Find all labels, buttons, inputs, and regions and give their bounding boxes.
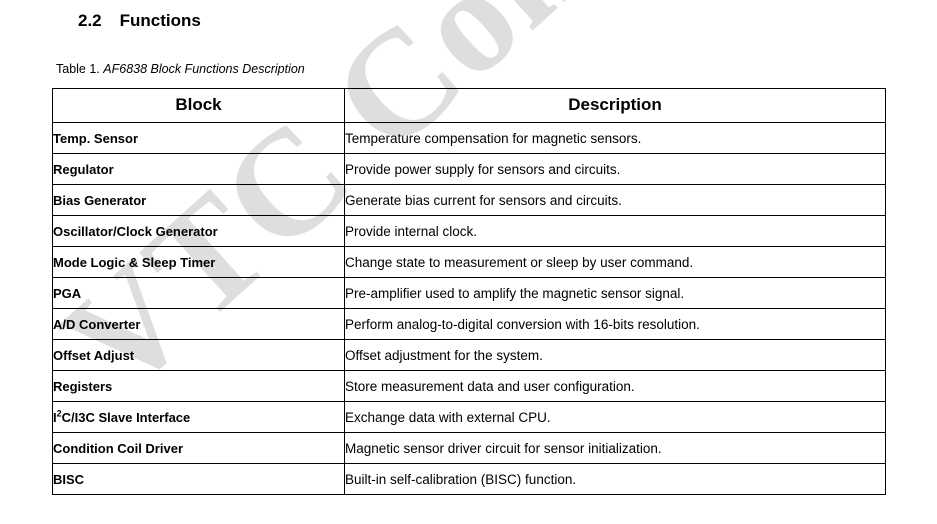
cell-block-name: A/D Converter [52, 308, 345, 340]
cell-description: Built-in self-calibration (BISC) functio… [344, 463, 886, 495]
cell-block-name: PGA [52, 277, 345, 309]
cell-block-name: Offset Adjust [52, 339, 345, 371]
table-row: A/D Converter Perform analog-to-digital c… [52, 308, 886, 340]
column-header-block: Block [52, 88, 345, 123]
cell-block-name: I2C/I3C Slave Interface [52, 401, 345, 433]
cell-description: Pre-amplifier used to amplify the magnet… [344, 277, 886, 309]
section-heading: 2.2 Functions [78, 11, 201, 31]
cell-block-name: BISC [52, 463, 345, 495]
cell-description: Magnetic sensor driver circuit for senso… [344, 432, 886, 464]
table-row: Regulator Provide power supply for sensor… [52, 153, 886, 185]
table-header-row: Block Description [52, 88, 886, 123]
cell-description: Exchange data with external CPU. [344, 401, 886, 433]
caption-label: Table 1. [56, 62, 100, 76]
table-row: Mode Logic & Sleep Timer Change state to … [52, 246, 886, 278]
document-page: 2.2 Functions Table 1. AF6838 Block Funct… [0, 0, 937, 524]
cell-block-name: Regulator [52, 153, 345, 185]
cell-block-name: Bias Generator [52, 184, 345, 216]
table-row: Condition Coil Driver Magnetic sensor dri… [52, 432, 886, 464]
cell-description: Change state to measurement or sleep by … [344, 246, 886, 278]
caption-title: AF6838 Block Functions Description [103, 62, 305, 76]
table-caption: Table 1. AF6838 Block Functions Descript… [56, 62, 305, 76]
cell-block-name: Registers [52, 370, 345, 402]
section-number: 2.2 [78, 11, 102, 30]
table-body: Temp. Sensor Temperature compensation for… [52, 122, 886, 495]
table-row: Temp. Sensor Temperature compensation for… [52, 122, 886, 154]
cell-block-name: Condition Coil Driver [52, 432, 345, 464]
cell-description: Provide power supply for sensors and cir… [344, 153, 886, 185]
table-row: Registers Store measurement data and user… [52, 370, 886, 402]
section-title: Functions [119, 11, 201, 30]
block-functions-table: Block Description Temp. Sensor Temperatur… [52, 88, 886, 495]
table-row: Offset Adjust Offset adjustment for the s… [52, 339, 886, 371]
column-header-description: Description [344, 88, 886, 123]
cell-description: Temperature compensation for magnetic se… [344, 122, 886, 154]
cell-description: Generate bias current for sensors and ci… [344, 184, 886, 216]
cell-block-name: Mode Logic & Sleep Timer [52, 246, 345, 278]
table-row: Bias Generator Generate bias current for … [52, 184, 886, 216]
cell-description: Store measurement data and user configur… [344, 370, 886, 402]
table-row: Oscillator/Clock Generator Provide intern… [52, 215, 886, 247]
table-row: BISC Built-in self-calibration (BISC) fun… [52, 463, 886, 495]
cell-description: Offset adjustment for the system. [344, 339, 886, 371]
block-name-tail: C/I3C Slave Interface [61, 409, 191, 425]
cell-block-name: Oscillator/Clock Generator [52, 215, 345, 247]
table-row: I2C/I3C Slave Interface Exchange data wit… [52, 401, 886, 433]
cell-description: Provide internal clock. [344, 215, 886, 247]
table-row: PGA Pre-amplifier used to amplify the mag… [52, 277, 886, 309]
cell-block-name: Temp. Sensor [52, 122, 345, 154]
cell-description: Perform analog-to-digital conversion wit… [344, 308, 886, 340]
